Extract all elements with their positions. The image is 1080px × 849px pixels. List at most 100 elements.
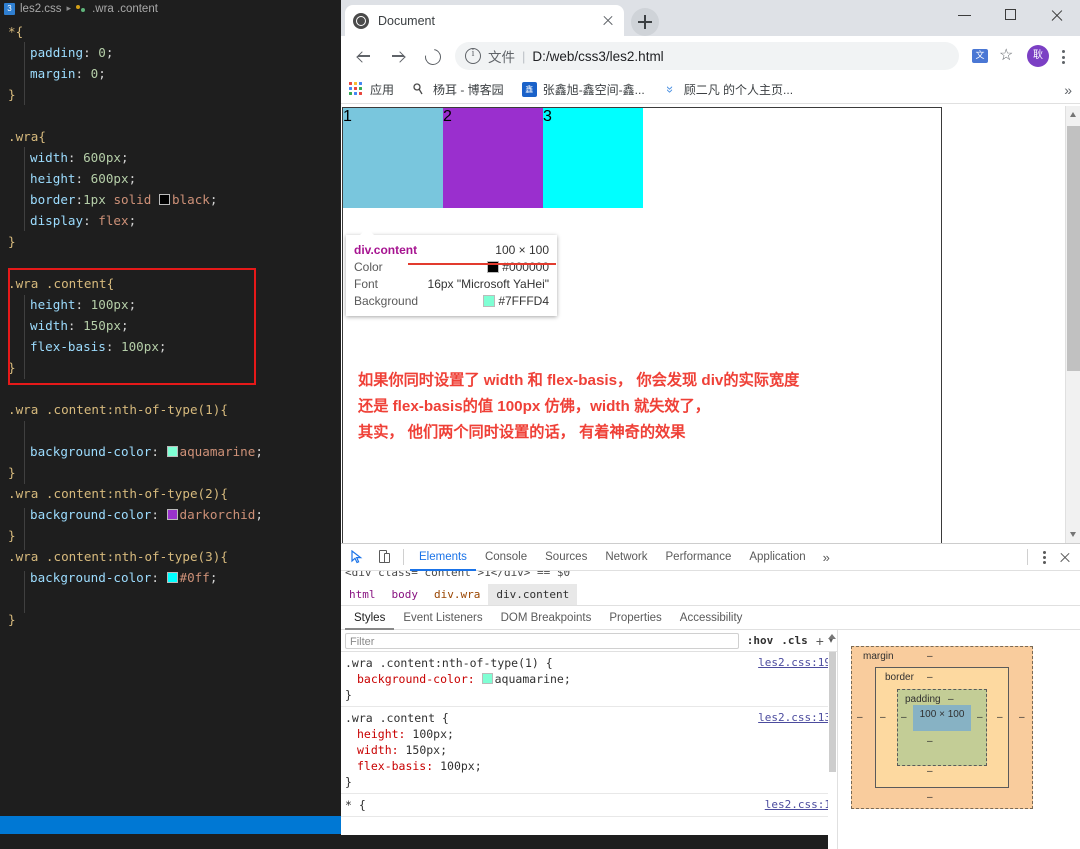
- devtools-tab-console[interactable]: Console: [476, 544, 536, 571]
- breadcrumb-symbol[interactable]: .wra .content: [92, 3, 158, 15]
- filter-input[interactable]: Filter: [345, 633, 739, 649]
- css-selector[interactable]: * {: [345, 797, 837, 813]
- code-line[interactable]: [0, 420, 341, 441]
- code-line[interactable]: }: [0, 525, 341, 546]
- bookmark-item[interactable]: 杨耳 - 博客园: [412, 81, 504, 98]
- scroll-up-icon[interactable]: [1066, 106, 1080, 123]
- code-line[interactable]: }: [0, 609, 341, 630]
- css-property-name[interactable]: width:: [345, 743, 405, 757]
- margin-right-value[interactable]: –: [1019, 712, 1025, 723]
- css-rule[interactable]: les2.css:1* {: [341, 794, 837, 817]
- padding-top-value[interactable]: –: [948, 694, 954, 705]
- translate-button[interactable]: [967, 43, 993, 69]
- new-style-rule-button[interactable]: +: [816, 633, 824, 649]
- scroll-down-icon[interactable]: [1066, 526, 1080, 543]
- border-left-value[interactable]: –: [880, 712, 886, 723]
- address-bar[interactable]: 文件 | D:/web/css3/les2.html: [455, 42, 959, 70]
- devtools-tab-application[interactable]: Application: [740, 544, 814, 571]
- new-tab-button[interactable]: [631, 8, 659, 36]
- dom-breadcrumb-body[interactable]: body: [384, 584, 427, 605]
- css-property-value[interactable]: 100px;: [440, 759, 482, 773]
- code-line[interactable]: background-color: #0ff;: [0, 567, 341, 588]
- css-property-value[interactable]: 150px;: [405, 743, 447, 757]
- color-swatch-icon[interactable]: [167, 572, 178, 583]
- device-toolbar-icon[interactable]: [373, 546, 395, 568]
- bookmark-item[interactable]: 应用: [349, 81, 394, 98]
- code-line[interactable]: [0, 588, 341, 609]
- content-box-3[interactable]: 3: [543, 108, 643, 208]
- code-line[interactable]: [0, 252, 341, 273]
- code-line[interactable]: }: [0, 231, 341, 252]
- back-button[interactable]: [349, 41, 379, 71]
- code-line[interactable]: flex-basis: 100px;: [0, 336, 341, 357]
- hov-toggle-button[interactable]: :hov: [747, 634, 774, 647]
- page-scrollbar[interactable]: [1065, 106, 1080, 543]
- inspect-element-icon[interactable]: [347, 546, 369, 568]
- sidebar-tab-properties[interactable]: Properties: [600, 606, 670, 630]
- content-box-1[interactable]: 1: [343, 108, 443, 208]
- css-rule[interactable]: les2.css:13.wra .content {height: 100px;…: [341, 707, 837, 794]
- padding-bottom-value[interactable]: –: [927, 736, 933, 747]
- profile-avatar[interactable]: 耿: [1027, 45, 1049, 67]
- border-bottom-value[interactable]: –: [927, 766, 933, 777]
- css-declaration[interactable]: flex-basis: 100px;: [345, 758, 837, 774]
- border-right-value[interactable]: –: [997, 712, 1003, 723]
- code-line[interactable]: [0, 105, 341, 126]
- sidebar-tab-styles[interactable]: Styles: [345, 606, 394, 630]
- dom-breadcrumb-div-content[interactable]: div.content: [488, 584, 577, 605]
- bookmarks-overflow-icon[interactable]: »: [1064, 82, 1072, 98]
- margin-left-value[interactable]: –: [857, 712, 863, 723]
- scrollbar-thumb[interactable]: [1067, 126, 1080, 371]
- code-editor-text[interactable]: *{padding: 0;margin: 0;}.wra{width: 600p…: [0, 17, 341, 630]
- editor-breadcrumb[interactable]: 3 les2.css ▸ .wra .content: [0, 0, 341, 17]
- breadcrumb-file[interactable]: les2.css: [20, 3, 62, 15]
- reload-button[interactable]: [417, 41, 447, 71]
- code-line[interactable]: width: 600px;: [0, 147, 341, 168]
- browser-menu-button[interactable]: [1052, 43, 1074, 69]
- css-rule-source-link[interactable]: les2.css:1: [765, 797, 831, 813]
- code-line[interactable]: }: [0, 462, 341, 483]
- tab-close-icon[interactable]: [600, 13, 616, 29]
- devtools-tab-network[interactable]: Network: [596, 544, 656, 571]
- css-declaration[interactable]: background-color: aquamarine;: [345, 671, 837, 687]
- css-rule-source-link[interactable]: les2.css:13: [758, 710, 831, 726]
- code-line[interactable]: background-color: darkorchid;: [0, 504, 341, 525]
- css-property-name[interactable]: flex-basis:: [345, 759, 440, 773]
- code-line[interactable]: border:1px solid black;: [0, 189, 341, 210]
- devtools-tab-performance[interactable]: Performance: [657, 544, 741, 571]
- code-line[interactable]: padding: 0;: [0, 42, 341, 63]
- styles-scroll-up-icon[interactable]: [828, 634, 836, 639]
- dom-breadcrumb-html[interactable]: html: [341, 584, 384, 605]
- devtools-more-tabs-icon[interactable]: »: [815, 550, 838, 565]
- code-line[interactable]: *{: [0, 21, 341, 42]
- dom-breadcrumb-div-wra[interactable]: div.wra: [426, 584, 488, 605]
- bookmark-item[interactable]: 鑫张鑫旭-鑫空间-鑫...: [522, 81, 645, 98]
- code-line[interactable]: background-color: aquamarine;: [0, 441, 341, 462]
- bookmark-star-button[interactable]: ☆: [995, 43, 1021, 69]
- styles-scrollbar-thumb[interactable]: [829, 652, 836, 772]
- code-line[interactable]: .wra .content:nth-of-type(3){: [0, 546, 341, 567]
- css-rule[interactable]: les2.css:19.wra .content:nth-of-type(1) …: [341, 652, 837, 707]
- css-property-name[interactable]: height:: [345, 727, 412, 741]
- url-text[interactable]: D:/web/css3/les2.html: [532, 49, 663, 64]
- padding-right-value[interactable]: –: [977, 712, 983, 723]
- devtools-settings-icon[interactable]: [1034, 546, 1054, 568]
- code-line[interactable]: display: flex;: [0, 210, 341, 231]
- devtools-close-icon[interactable]: [1054, 546, 1076, 568]
- color-swatch-icon[interactable]: [167, 509, 178, 520]
- code-line[interactable]: width: 150px;: [0, 315, 341, 336]
- close-window-button[interactable]: [1034, 0, 1080, 30]
- css-declaration[interactable]: width: 150px;: [345, 742, 837, 758]
- code-line[interactable]: .wra .content:nth-of-type(2){: [0, 483, 341, 504]
- color-swatch-icon[interactable]: [167, 446, 178, 457]
- devtools-tab-elements[interactable]: Elements: [410, 544, 476, 571]
- css-property-name[interactable]: background-color:: [345, 672, 482, 686]
- css-rule-source-link[interactable]: les2.css:19: [758, 655, 831, 671]
- code-line[interactable]: .wra{: [0, 126, 341, 147]
- margin-top-value[interactable]: –: [927, 651, 933, 662]
- forward-button[interactable]: [383, 41, 413, 71]
- sidebar-tab-accessibility[interactable]: Accessibility: [671, 606, 752, 630]
- color-swatch-icon[interactable]: [482, 673, 493, 684]
- devtools-tab-sources[interactable]: Sources: [536, 544, 596, 571]
- code-line[interactable]: .wra .content:nth-of-type(1){: [0, 399, 341, 420]
